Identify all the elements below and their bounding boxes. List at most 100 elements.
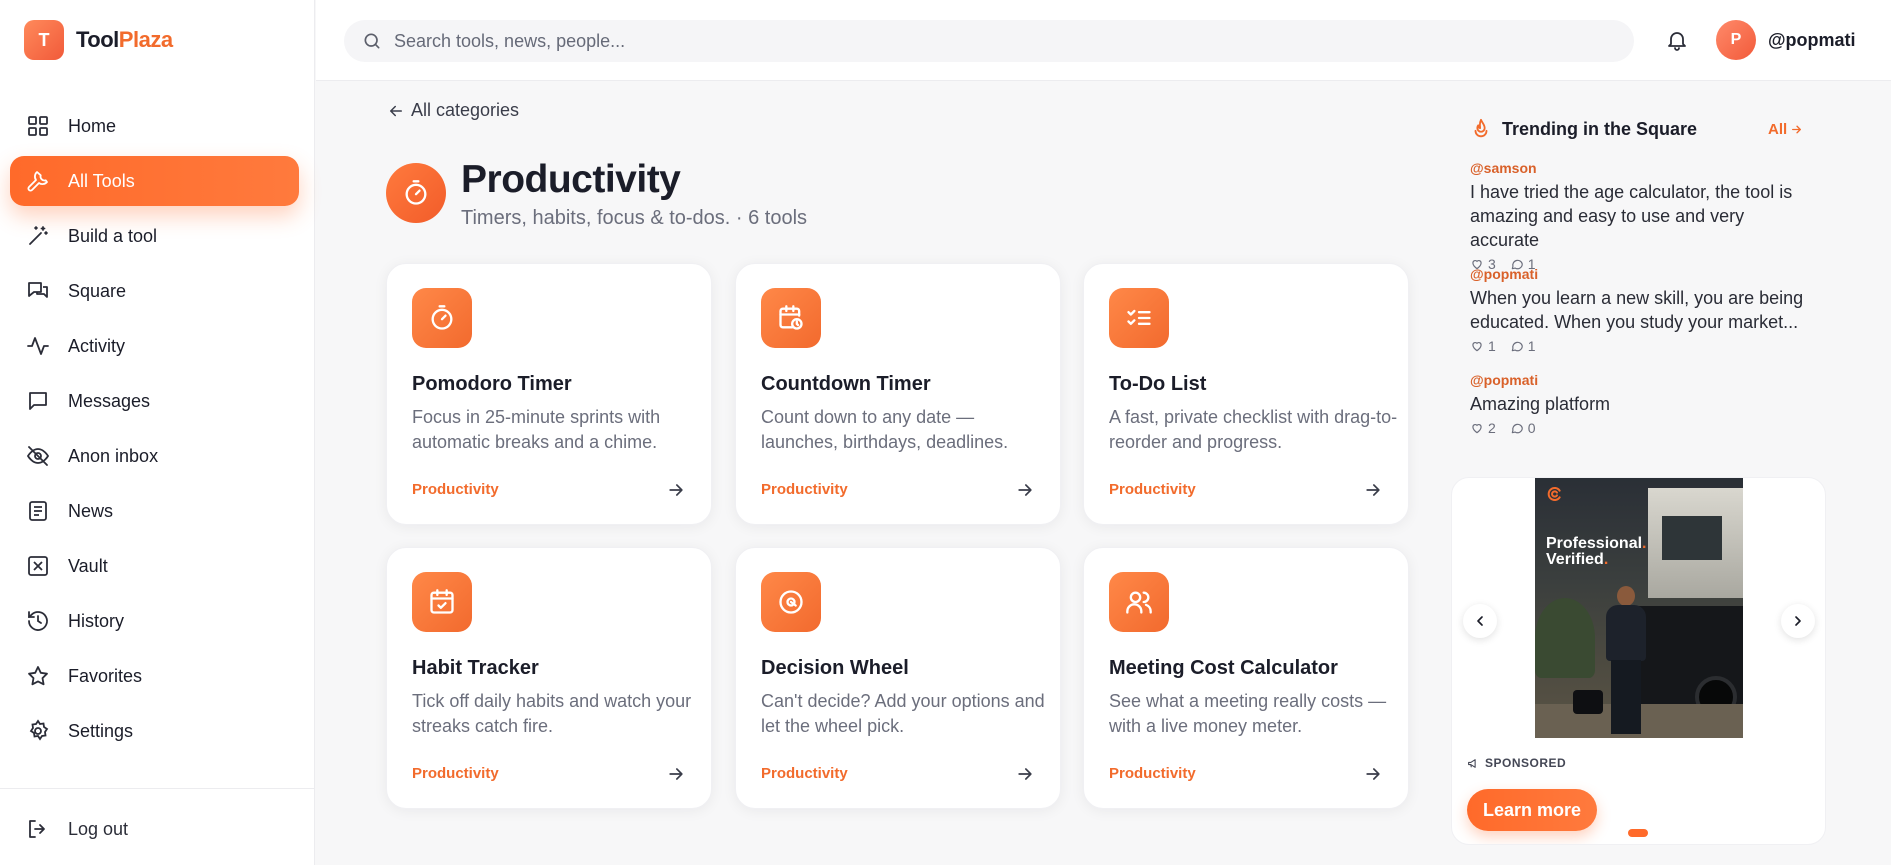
tool-card-meeting-cost-calculator[interactable]: Meeting Cost Calculator See what a meeti… (1083, 547, 1409, 809)
ad-person (1603, 586, 1649, 736)
tool-description: A fast, private checklist with drag-to-r… (1109, 407, 1398, 452)
topbar: P @popmati (316, 0, 1891, 81)
post-text: When you learn a new skill, you are bein… (1470, 288, 1804, 332)
arrow-right-icon (1792, 125, 1802, 134)
sidebar-item-favorites[interactable]: Favorites (10, 651, 299, 701)
magic-wand-icon (29, 226, 48, 245)
sponsored-label: SPONSORED (1467, 756, 1566, 770)
arrow-right-icon[interactable] (1363, 480, 1383, 500)
back-label: All categories (411, 100, 520, 120)
post-comments[interactable]: 1 (1510, 338, 1536, 354)
sidebar-item-square[interactable]: Square (10, 266, 299, 316)
post-author[interactable]: @popmati (1470, 266, 1810, 282)
carousel-indicator[interactable] (1628, 829, 1648, 837)
sidebar-item-history[interactable]: History (10, 596, 299, 646)
search-input[interactable] (394, 30, 1594, 52)
sidebar-item-news[interactable]: News (10, 486, 299, 536)
tool-card-pomodoro-timer[interactable]: Pomodoro Timer Focus in 25-minute sprint… (386, 263, 712, 525)
trending-all-label: All (1768, 121, 1788, 138)
tool-title: To-Do List (1109, 373, 1207, 395)
username[interactable]: @popmati (1768, 30, 1856, 51)
sidebar-item-activity[interactable]: Activity (10, 321, 299, 371)
activity-pulse-icon (27, 337, 49, 355)
trending-header: Trending in the Square (1470, 118, 1806, 140)
wrench-icon (27, 171, 48, 192)
chat-bubbles-icon (28, 282, 48, 298)
tool-description: See what a meeting really costs — with a… (1109, 691, 1387, 736)
sidebar-item-label: Vault (68, 555, 108, 576)
post-comments[interactable]: 0 (1510, 420, 1536, 436)
sidebar-item-label: Anon inbox (68, 445, 159, 466)
post-meta: 2 0 (1470, 420, 1810, 436)
sidebar-item-home[interactable]: Home (10, 101, 299, 151)
logo-mark: T (24, 20, 64, 60)
trending-post[interactable]: @popmati When you learn a new skill, you… (1470, 266, 1810, 354)
learn-more-button[interactable]: Learn more (1467, 789, 1597, 831)
sidebar-item-build-a-tool[interactable]: Build a tool (10, 211, 299, 261)
star-icon (28, 666, 48, 686)
tool-icon (1109, 572, 1169, 632)
ad-image[interactable]: Professional. Verified. (1535, 478, 1743, 738)
tool-tag: Productivity (1109, 765, 1196, 782)
sponsored-ad-card: Professional. Verified. SPONSORED Learn m… (1451, 477, 1826, 845)
ad-plant (1535, 598, 1595, 678)
sidebar-item-anon-inbox[interactable]: Anon inbox (10, 431, 299, 481)
tool-title: Habit Tracker (412, 657, 539, 679)
tool-card-decision-wheel[interactable]: Decision Wheel Can't decide? Add your op… (735, 547, 1061, 809)
vault-icon (28, 556, 48, 576)
arrow-right-icon[interactable] (1015, 480, 1035, 500)
post-author[interactable]: @popmati (1470, 372, 1810, 388)
tool-card-countdown-timer[interactable]: Countdown Timer Count down to any date —… (735, 263, 1061, 525)
bell-icon (1668, 32, 1686, 51)
sidebar-divider (0, 788, 315, 789)
gear-icon (29, 719, 49, 741)
logout-label: Log out (68, 818, 129, 839)
tool-title: Meeting Cost Calculator (1109, 657, 1338, 679)
logo[interactable]: T ToolPlaza (24, 20, 173, 60)
trending-all-link[interactable]: All (1768, 121, 1803, 138)
tool-card-to-do-list[interactable]: To-Do List A fast, private checklist wit… (1083, 263, 1409, 525)
trending-post[interactable]: @samson I have tried the age calculator,… (1470, 160, 1810, 272)
arrow-right-icon[interactable] (1015, 764, 1035, 784)
search-icon (364, 33, 380, 49)
checklist-icon (1127, 309, 1151, 325)
sidebar-item-settings[interactable]: Settings (10, 706, 299, 756)
eye-off-icon (26, 446, 50, 466)
brand-logo-icon (1547, 487, 1561, 501)
sidebar-item-label: Messages (68, 390, 151, 411)
sidebar: T ToolPlaza Home All Tools Build a tool … (0, 0, 315, 865)
arrow-right-icon[interactable] (666, 764, 686, 784)
post-text: I have tried the age calculator, the too… (1470, 182, 1793, 250)
timer-icon (431, 305, 453, 330)
heart-icon (1472, 342, 1482, 352)
trending-post[interactable]: @popmati Amazing platform 2 0 (1470, 372, 1810, 436)
search-bar[interactable] (344, 20, 1634, 62)
calendar-check-icon (430, 589, 454, 614)
sidebar-item-label: News (68, 500, 114, 521)
heart-icon (1472, 424, 1482, 434)
sidebar-item-messages[interactable]: Messages (10, 376, 299, 426)
arrow-right-icon[interactable] (666, 480, 686, 500)
tool-description: Tick off daily habits and watch your str… (412, 691, 692, 736)
logout-button[interactable]: Log out (26, 817, 128, 841)
tool-description: Count down to any date — launches, birth… (761, 407, 1009, 452)
tool-title: Pomodoro Timer (412, 373, 572, 395)
post-likes[interactable]: 2 (1470, 420, 1496, 436)
carousel-prev-button[interactable] (1463, 604, 1497, 638)
sidebar-item-vault[interactable]: Vault (10, 541, 299, 591)
post-author[interactable]: @samson (1470, 160, 1810, 176)
page-subtitle: Timers, habits, focus & to-dos. · 6 tool… (461, 207, 808, 229)
carousel-next-button[interactable] (1781, 604, 1815, 638)
tool-tag: Productivity (761, 481, 848, 498)
sidebar-item-all-tools[interactable]: All Tools (10, 156, 299, 206)
post-text: Amazing platform (1470, 394, 1611, 414)
notifications-button[interactable] (1665, 28, 1689, 52)
arrow-right-icon[interactable] (1363, 764, 1383, 784)
back-to-categories-link[interactable]: All categories (387, 100, 519, 121)
users-icon (1126, 591, 1152, 614)
tool-card-habit-tracker[interactable]: Habit Tracker Tick off daily habits and … (386, 547, 712, 809)
post-likes[interactable]: 1 (1470, 338, 1496, 354)
tool-tag: Productivity (1109, 481, 1196, 498)
avatar[interactable]: P (1716, 20, 1756, 60)
wheel-icon (779, 590, 803, 614)
